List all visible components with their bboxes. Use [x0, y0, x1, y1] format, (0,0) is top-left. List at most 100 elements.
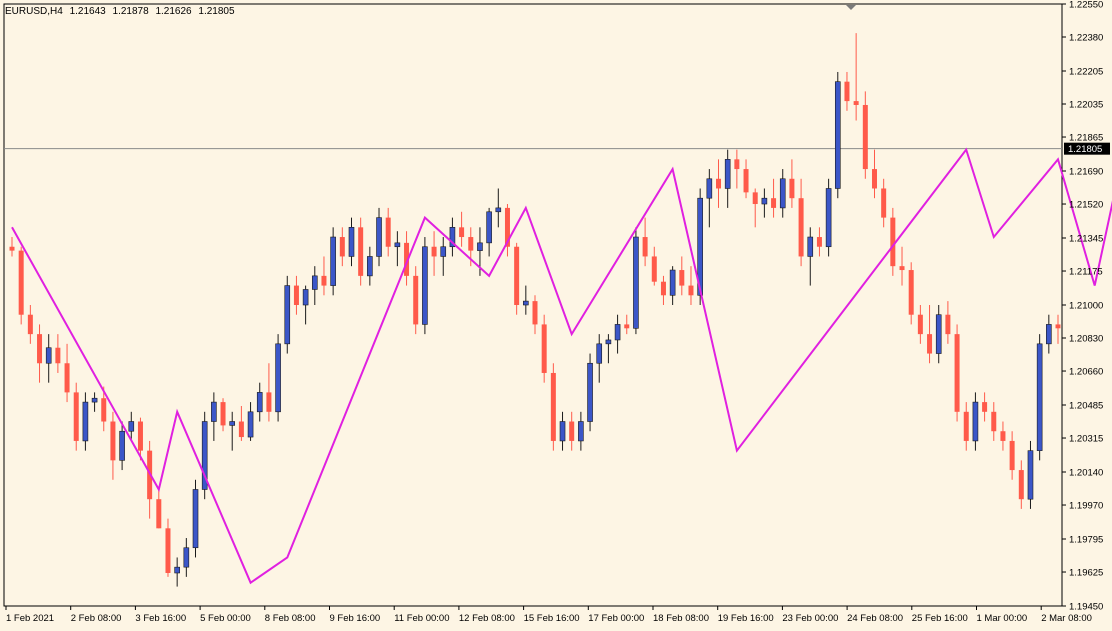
candle-body — [1009, 440, 1015, 471]
candle-body — [1018, 470, 1024, 500]
x-axis-label: 2 Feb 08:00 — [71, 613, 122, 624]
candle-body — [972, 401, 979, 442]
candle-body — [64, 363, 70, 393]
candle-body — [514, 246, 520, 305]
x-axis-label: 18 Feb 08:00 — [653, 613, 709, 624]
candle-body — [293, 285, 299, 305]
candle-body — [550, 372, 556, 441]
low-price: 1.21626 — [155, 6, 192, 17]
candle-body — [834, 81, 841, 189]
candle-body — [688, 285, 694, 296]
candle-body — [991, 411, 997, 432]
candle-body — [523, 300, 529, 306]
candle-body — [899, 266, 905, 271]
candle-body — [73, 392, 79, 441]
y-axis-label: 1.19795 — [1069, 535, 1103, 546]
zigzag-indicator — [11, 147, 1112, 585]
candle-body — [302, 289, 309, 306]
candle-body — [91, 397, 98, 403]
candle-body — [55, 347, 61, 364]
candle-body — [541, 324, 547, 373]
candle-body — [779, 178, 786, 209]
candle-body — [871, 169, 877, 189]
chart-window[interactable]: 1.22550 1.22380 1.22205 1.22035 1.21865 1.216… — [0, 0, 1112, 631]
candle-body — [844, 81, 850, 102]
candle-body — [743, 169, 749, 193]
y-axis-label: 1.20315 — [1069, 434, 1103, 445]
candle-body — [761, 197, 768, 205]
candle-body — [734, 159, 740, 170]
x-axis-label: 12 Feb 08:00 — [459, 613, 515, 624]
candle-body — [596, 343, 603, 364]
candle-body — [348, 227, 355, 257]
x-axis-label: 19 Feb 16:00 — [718, 613, 774, 624]
candle-body — [1027, 450, 1034, 500]
candle-body — [37, 334, 43, 364]
candle-body — [339, 237, 345, 257]
candle-body — [532, 301, 538, 325]
candle-body — [963, 411, 969, 441]
candle-body — [156, 499, 162, 529]
high-price: 1.21878 — [112, 6, 149, 17]
candle-body — [211, 401, 217, 422]
candle-body — [927, 334, 933, 354]
candle-body — [110, 421, 116, 461]
y-axis-label: 1.21175 — [1069, 267, 1103, 278]
y-axis-label: 1.22550 — [1069, 0, 1103, 11]
candle-body — [716, 178, 722, 189]
candle-body — [1046, 324, 1052, 345]
candle-body — [853, 101, 859, 105]
chart-canvas[interactable]: 1.22550 1.22380 1.22205 1.22035 1.21865 1.216… — [0, 0, 1112, 631]
candle-body — [174, 566, 180, 574]
candle-body — [229, 421, 236, 426]
candle-body — [982, 402, 988, 412]
y-axis-label: 1.21690 — [1069, 167, 1103, 178]
x-axis-label: 23 Feb 00:00 — [782, 613, 838, 624]
candle-body — [394, 242, 401, 248]
y-axis-label: 1.19450 — [1069, 602, 1103, 613]
candle-body — [771, 198, 777, 208]
candle-body — [101, 398, 107, 422]
candle-body — [422, 246, 428, 325]
candle-body — [413, 275, 419, 325]
x-axis-label: 1 Feb 2021 — [6, 613, 54, 624]
candle-body — [311, 275, 318, 290]
candle-body — [330, 236, 336, 286]
y-axis-label: 1.21345 — [1069, 234, 1103, 245]
candle-body — [935, 314, 942, 354]
x-axis-label: 9 Feb 16:00 — [330, 613, 381, 624]
x-axis-label: 11 Feb 00:00 — [394, 613, 449, 624]
x-axis-label: 5 Feb 00:00 — [200, 613, 251, 624]
candle-body — [119, 430, 125, 461]
candle-body — [247, 411, 254, 438]
symbol-info: EURUSD,H4 1.21643 1.21878 1.21626 1.2180… — [5, 6, 239, 17]
candle-body — [1036, 343, 1043, 451]
candle-body — [18, 250, 24, 315]
candle-body — [165, 528, 171, 573]
candle-body — [890, 217, 896, 267]
y-axis-label: 1.21000 — [1069, 301, 1103, 312]
candle-body — [192, 489, 199, 549]
candle-body — [275, 343, 281, 413]
candle-body — [486, 211, 492, 244]
x-axis-label: 8 Feb 08:00 — [265, 613, 316, 624]
y-axis-label: 1.20830 — [1069, 334, 1103, 345]
candle-body — [256, 392, 263, 413]
y-axis-label: 1.20485 — [1069, 401, 1103, 412]
candle-body — [220, 402, 226, 426]
candle-body — [9, 246, 15, 251]
candle-body — [669, 269, 676, 296]
y-axis-label: 1.22205 — [1069, 66, 1103, 77]
y-axis-label: 1.22380 — [1069, 33, 1103, 44]
candle-body — [27, 314, 33, 335]
candle-body — [825, 188, 832, 248]
candle-body — [569, 421, 575, 441]
chart-shift-marker[interactable] — [846, 5, 856, 10]
candle-body — [660, 281, 666, 296]
candle-body — [706, 178, 713, 199]
symbol-timeframe: EURUSD,H4 — [5, 6, 63, 17]
candle-body — [614, 324, 621, 341]
candle-body — [642, 237, 648, 257]
candle-body — [321, 275, 327, 286]
candle-body — [945, 314, 951, 335]
